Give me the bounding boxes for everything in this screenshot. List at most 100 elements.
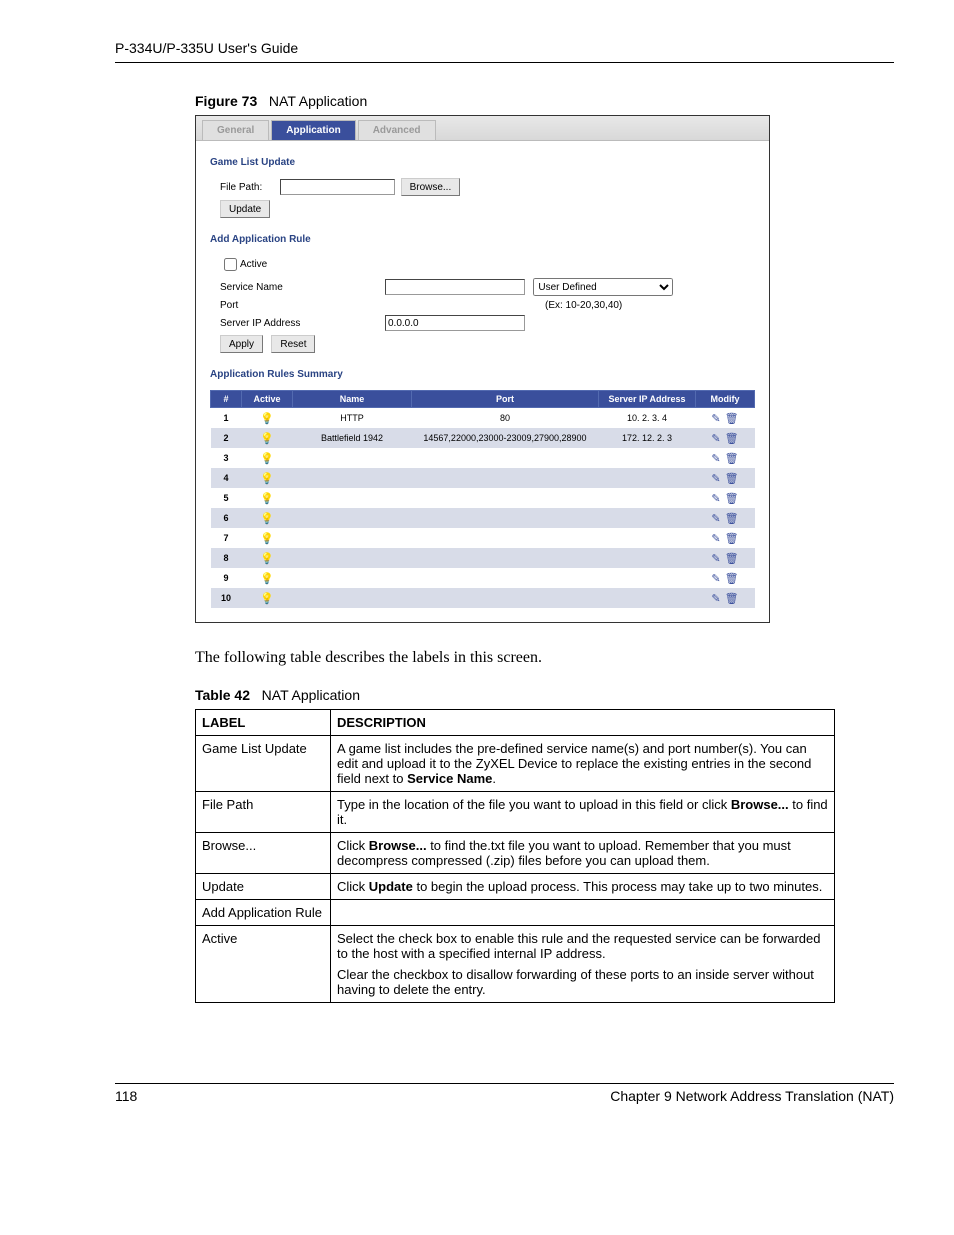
col-num: # <box>211 391 242 408</box>
table-row: 3💡✎🗑 <box>211 448 755 468</box>
delete-icon[interactable]: 🗑 <box>725 473 739 485</box>
active-checkbox[interactable] <box>224 258 237 271</box>
table-row: Add Application Rule <box>196 900 835 926</box>
edit-icon[interactable]: ✎ <box>711 573 720 585</box>
table-row: 2 💡 Battlefield 194214567,22000,23000-2300… <box>211 428 755 448</box>
tab-general[interactable]: General <box>202 120 269 140</box>
edit-icon[interactable]: ✎ <box>711 413 720 425</box>
delete-icon[interactable]: 🗑 <box>725 513 739 525</box>
edit-icon[interactable]: ✎ <box>711 493 720 505</box>
edit-icon[interactable]: ✎ <box>711 533 720 545</box>
table-row: ActiveSelect the check box to enable thi… <box>196 926 835 1003</box>
delete-icon[interactable]: 🗑 <box>725 453 739 465</box>
row-num: 2 <box>211 428 242 448</box>
row-port: 14567,22000,23000-23009,27900,28900 <box>412 428 599 448</box>
tab-application[interactable]: Application <box>271 120 355 140</box>
desc-text: Click Browse... to find the.txt file you… <box>331 833 835 874</box>
tab-advanced[interactable]: Advanced <box>358 120 436 140</box>
table-row: Game List UpdateA game list includes the… <box>196 736 835 792</box>
page-header: P-334U/P-335U User's Guide <box>115 40 894 63</box>
nat-application-screenshot: GeneralApplicationAdvanced Game List Upd… <box>195 115 770 623</box>
edit-icon[interactable]: ✎ <box>711 473 720 485</box>
row-name <box>293 488 412 508</box>
chapter-title: Chapter 9 Network Address Translation (N… <box>610 1088 894 1104</box>
row-server: 10. 2. 3. 4 <box>599 408 696 429</box>
delete-icon[interactable]: 🗑 <box>725 593 739 605</box>
desc-head-description: DESCRIPTION <box>331 710 835 736</box>
page-number: 118 <box>115 1088 137 1104</box>
delete-icon[interactable]: 🗑 <box>725 433 739 445</box>
delete-icon[interactable]: 🗑 <box>725 493 739 505</box>
desc-text: Click Update to begin the upload process… <box>331 874 835 900</box>
edit-icon[interactable]: ✎ <box>711 553 720 565</box>
bulb-icon: 💡 <box>260 593 274 605</box>
apply-button[interactable]: Apply <box>220 335 263 353</box>
file-path-label: File Path: <box>220 182 280 193</box>
row-server: 172. 12. 2. 3 <box>599 428 696 448</box>
edit-icon[interactable]: ✎ <box>711 513 720 525</box>
description-table: LABEL DESCRIPTION Game List UpdateA game… <box>195 709 835 1003</box>
col-name: Name <box>293 391 412 408</box>
desc-text: Type in the location of the file you wan… <box>331 792 835 833</box>
bulb-icon: 💡 <box>260 413 274 425</box>
section-add-application-rule: Add Application Rule <box>210 234 755 245</box>
table-title: NAT Application <box>262 687 360 703</box>
delete-icon[interactable]: 🗑 <box>725 553 739 565</box>
figure-label: Figure 73 <box>195 93 257 109</box>
row-port <box>412 448 599 468</box>
row-server <box>599 588 696 608</box>
desc-text: Select the check box to enable this rule… <box>331 926 835 1003</box>
server-ip-input[interactable] <box>385 315 525 331</box>
desc-label: Browse... <box>196 833 331 874</box>
section-game-list-update: Game List Update <box>210 157 755 168</box>
file-path-input[interactable] <box>280 179 395 195</box>
row-name <box>293 568 412 588</box>
delete-icon[interactable]: 🗑 <box>725 533 739 545</box>
bulb-icon: 💡 <box>260 433 274 445</box>
delete-icon[interactable]: 🗑 <box>725 413 739 425</box>
row-server <box>599 448 696 468</box>
desc-label: Add Application Rule <box>196 900 331 926</box>
row-server <box>599 548 696 568</box>
body-text: The following table describes the labels… <box>195 649 894 667</box>
desc-label: Update <box>196 874 331 900</box>
desc-text: A game list includes the pre-defined ser… <box>331 736 835 792</box>
page-footer: 118 Chapter 9 Network Address Translatio… <box>115 1083 894 1104</box>
delete-icon[interactable]: 🗑 <box>725 573 739 585</box>
row-server <box>599 508 696 528</box>
edit-icon[interactable]: ✎ <box>711 593 720 605</box>
edit-icon[interactable]: ✎ <box>711 453 720 465</box>
bulb-icon: 💡 <box>260 533 274 545</box>
row-port <box>412 488 599 508</box>
edit-icon[interactable]: ✎ <box>711 433 720 445</box>
bulb-icon: 💡 <box>260 473 274 485</box>
bulb-icon: 💡 <box>260 513 274 525</box>
table-row: 5💡✎🗑 <box>211 488 755 508</box>
table-row: Browse...Click Browse... to find the.txt… <box>196 833 835 874</box>
service-name-select[interactable]: User Defined <box>533 278 673 296</box>
figure-caption: Figure 73 NAT Application <box>195 93 894 109</box>
col-server-ip: Server IP Address <box>599 391 696 408</box>
service-name-input[interactable] <box>385 279 525 295</box>
row-port <box>412 568 599 588</box>
update-button[interactable]: Update <box>220 200 270 218</box>
table-row: UpdateClick Update to begin the upload p… <box>196 874 835 900</box>
row-num: 3 <box>211 448 242 468</box>
col-modify: Modify <box>696 391 755 408</box>
row-server <box>599 468 696 488</box>
row-num: 10 <box>211 588 242 608</box>
row-name: Battlefield 1942 <box>293 428 412 448</box>
col-active: Active <box>242 391 293 408</box>
server-ip-label: Server IP Address <box>220 318 385 329</box>
bulb-icon: 💡 <box>260 553 274 565</box>
row-name <box>293 588 412 608</box>
browse-button[interactable]: Browse... <box>401 178 461 196</box>
row-server <box>599 568 696 588</box>
row-num: 5 <box>211 488 242 508</box>
row-port <box>412 468 599 488</box>
row-num: 7 <box>211 528 242 548</box>
table-row: File PathType in the location of the fil… <box>196 792 835 833</box>
reset-button[interactable]: Reset <box>271 335 315 353</box>
tab-bar: GeneralApplicationAdvanced <box>196 116 769 141</box>
row-name: HTTP <box>293 408 412 429</box>
